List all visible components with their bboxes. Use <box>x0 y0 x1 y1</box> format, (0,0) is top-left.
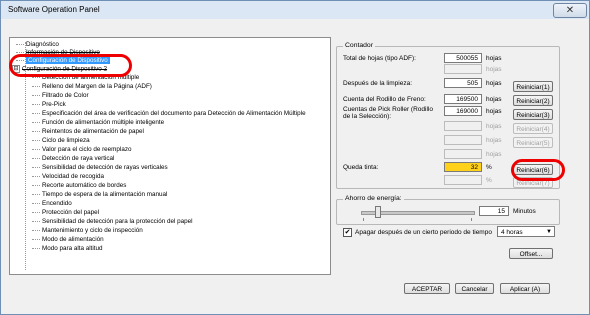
energy-legend: Ahorro de energía: <box>343 195 404 202</box>
unit-sheets: hojas <box>486 96 502 103</box>
auto-off-label: Apagar después de un cierto periodo de t… <box>355 229 492 236</box>
tree-item-mantenimiento[interactable]: Mantenimiento y ciclo de inspección <box>32 227 143 235</box>
slider-tick <box>363 218 364 221</box>
tree-item-label: Protección del papel <box>42 209 100 216</box>
tree-item-label: Valor para el ciclo de reemplazo <box>42 146 132 153</box>
tree-item-label: Reintentos de alimentación de papel <box>42 128 144 135</box>
unit-percent: % <box>486 164 492 171</box>
tree-item-filtrado-color[interactable]: Filtrado de Color <box>32 92 89 100</box>
tree-item-diagnostico[interactable]: Diagnóstico <box>16 41 59 49</box>
unit-sheets: hojas <box>486 66 502 73</box>
tree-item-label: Filtrado de Color <box>42 92 89 99</box>
tree-item-label: Modo de alimentación <box>42 236 104 243</box>
reset-4-button[interactable]: Reiniciar(4) <box>513 123 553 134</box>
energy-slider-thumb[interactable] <box>375 206 381 218</box>
tree-item-label: Pre-Pick <box>42 101 66 108</box>
reset-3-button[interactable]: Reiniciar(3) <box>513 109 553 120</box>
total-sheets-label: Total de hojas (tipo ADF): <box>343 55 416 62</box>
unit-sheets: hojas <box>486 151 502 158</box>
ink-remaining-field: 32 <box>444 162 482 172</box>
reset-1-button[interactable]: Reiniciar(1) <box>513 81 553 92</box>
highlight-oval-reset6 <box>511 159 565 181</box>
tree-item-pre-pick[interactable]: Pre-Pick <box>32 101 66 109</box>
tree-item-label: Función de alimentación múltiple intelig… <box>42 119 165 126</box>
apply-button[interactable]: Aplicar (A) <box>500 283 550 294</box>
empty-field <box>444 149 482 159</box>
tree-item-label: Sensibilidad de detección para la protec… <box>42 218 193 225</box>
unit-sheets: hojas <box>486 123 502 130</box>
tree-item-especificacion-area[interactable]: Especificación del área de verificación … <box>32 110 306 118</box>
counter-legend: Contador <box>343 42 375 49</box>
close-button[interactable]: ✕ <box>553 3 587 18</box>
pick-roller-field: 169000 <box>444 106 482 116</box>
empty-field <box>444 135 482 145</box>
tree-item-label: Tiempo de espera de la alimentación manu… <box>42 191 168 198</box>
ink-remaining-label: Queda tinta: <box>343 164 379 171</box>
tree-item-tiempo-espera[interactable]: Tiempo de espera de la alimentación manu… <box>32 191 167 199</box>
tree-item-label: Especificación del área de verificación … <box>42 110 306 117</box>
tree-item-label: Encendido <box>42 200 72 207</box>
tree-item-label: Velocidad de recogida <box>42 173 104 180</box>
tree-item-relleno-margen[interactable]: Relleno del Margen de la Página (ADF) <box>32 83 152 91</box>
tree-item-label: Diagnóstico <box>26 41 59 48</box>
tree-item-recorte-bordes[interactable]: Recorte automático de bordes <box>32 182 126 190</box>
tree-item-reintentos[interactable]: Reintentos de alimentación de papel <box>32 128 144 136</box>
brake-roller-label: Cuenta del Rodillo de Freno: <box>343 96 426 103</box>
empty-field <box>444 64 482 74</box>
window-title: Software Operation Panel <box>8 5 100 14</box>
reset-5-button[interactable]: Reiniciar(5) <box>513 137 553 148</box>
cancel-button[interactable]: Cancelar <box>455 283 494 294</box>
tree-item-encendido[interactable]: Encendido <box>32 200 72 208</box>
tree-item-sensibilidad-proteccion[interactable]: Sensibilidad de detección para la protec… <box>32 218 193 226</box>
tree-item-ciclo-limpieza[interactable]: Ciclo de limpieza <box>32 137 90 145</box>
tree-item-modo-alimentacion[interactable]: Modo de alimentación <box>32 236 104 244</box>
tree-item-label: Relleno del Margen de la Página (ADF) <box>42 83 152 90</box>
tree-item-label: Modo para alta altitud <box>42 245 103 252</box>
tree-item-label: Detección de raya vertical <box>42 155 115 162</box>
total-sheets-field: 500055 <box>444 53 482 63</box>
auto-off-select[interactable]: 4 horas ▼ <box>497 226 555 237</box>
highlight-oval-config <box>9 54 132 77</box>
empty-field <box>444 121 482 131</box>
tree-item-label: Recorte automático de bordes <box>42 182 127 189</box>
pick-roller-label: Cuentas de Pick Roller (Rodillo de la Se… <box>343 106 433 120</box>
slider-tick <box>471 218 472 221</box>
after-cleaning-field: 505 <box>444 78 482 88</box>
tree-item-modo-alta-altitud[interactable]: Modo para alta altitud <box>32 245 103 253</box>
tree-item-alimentacion-inteligente[interactable]: Función de alimentación múltiple intelig… <box>32 119 164 127</box>
auto-off-checkbox[interactable]: ✔ <box>343 228 352 237</box>
title-bar: Software Operation Panel ✕ <box>1 1 589 19</box>
offset-button[interactable]: Offset... <box>509 248 553 259</box>
unit-sheets: hojas <box>486 55 502 62</box>
unit-sheets: hojas <box>486 137 502 144</box>
minutes-field[interactable]: 15 <box>479 206 509 216</box>
chevron-down-icon: ▼ <box>546 229 552 235</box>
brake-roller-field: 169500 <box>444 94 482 104</box>
after-cleaning-label: Después de la limpieza: <box>343 80 413 87</box>
select-value: 4 horas <box>501 229 523 236</box>
empty-field <box>444 175 482 185</box>
minutes-label: Minutos <box>513 208 536 215</box>
software-operation-panel-window: Software Operation Panel ✕ Diagnóstico I… <box>0 0 590 315</box>
accept-button[interactable]: ACEPTAR <box>404 283 450 294</box>
tree-item-raya-vertical[interactable]: Detección de raya vertical <box>32 155 114 163</box>
tree-item-label: Sensibilidad de detección de rayas verti… <box>42 164 168 171</box>
tree-item-label: Mantenimiento y ciclo de inspección <box>42 227 143 234</box>
tree-item-valor-reemplazo[interactable]: Valor para el ciclo de reemplazo <box>32 146 132 154</box>
tree-item-proteccion-papel[interactable]: Protección del papel <box>32 209 99 217</box>
tree-item-sensibilidad-rayas[interactable]: Sensibilidad de detección de rayas verti… <box>32 164 168 172</box>
reset-2-button[interactable]: Reiniciar(2) <box>513 95 553 106</box>
tree-item-velocidad-recogida[interactable]: Velocidad de recogida <box>32 173 104 181</box>
tree-item-label: Ciclo de limpieza <box>42 137 90 144</box>
unit-sheets: hojas <box>486 108 502 115</box>
close-icon: ✕ <box>565 5 575 16</box>
unit-sheets: hojas <box>486 80 502 87</box>
unit-percent: % <box>486 177 492 184</box>
